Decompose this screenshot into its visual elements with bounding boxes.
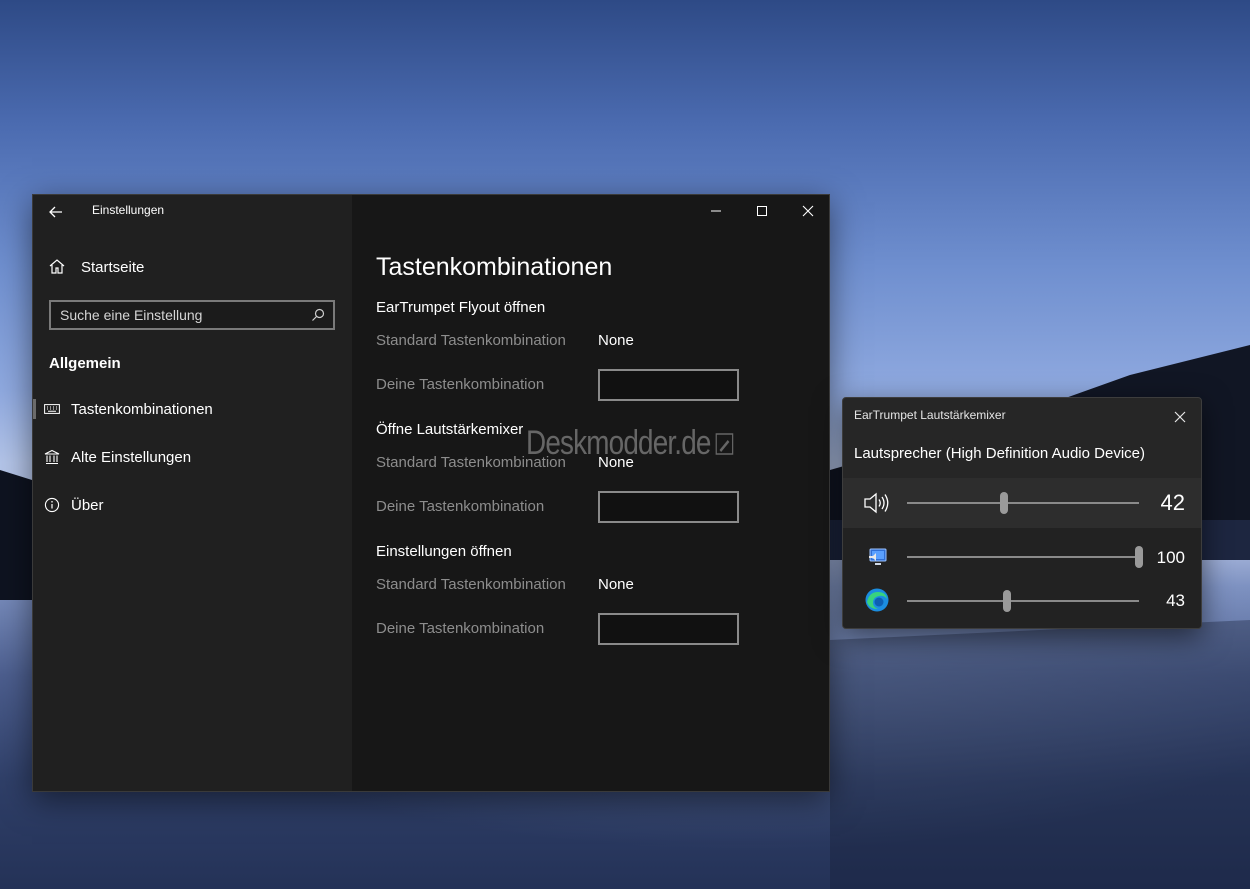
mixer-close-button[interactable] — [1169, 406, 1191, 428]
mixer-title: EarTrumpet Lautstärkemixer — [854, 408, 1006, 422]
app-volume-value: 43 — [1166, 591, 1185, 610]
custom-hotkey-label: Deine Tastenkombination — [376, 498, 545, 515]
home-icon — [49, 259, 65, 274]
back-button[interactable] — [45, 201, 67, 223]
search-box — [49, 300, 335, 330]
app-volume-row-system: 100 — [843, 536, 1201, 576]
group-title-settings: Einstellungen öffnen — [376, 543, 512, 560]
bank-icon — [43, 448, 61, 466]
close-icon — [802, 205, 814, 217]
back-arrow-icon — [49, 206, 62, 218]
custom-hotkey-label: Deine Tastenkombination — [376, 376, 545, 393]
search-icon[interactable] — [307, 304, 329, 326]
close-button[interactable] — [785, 195, 829, 227]
app-volume-slider-edge[interactable] — [907, 590, 1139, 612]
keyboard-icon — [43, 400, 61, 418]
info-icon — [43, 496, 61, 514]
group-title-mixer: Öffne Lautstärkemixer — [376, 421, 524, 438]
slider-thumb[interactable] — [1002, 590, 1011, 612]
nav-home[interactable]: Startseite — [47, 255, 144, 279]
maximize-icon — [757, 206, 767, 216]
settings-window: Einstellungen Startseite Allgemein — [32, 194, 830, 792]
eartrumpet-mixer: EarTrumpet Lautstärkemixer Lautsprecher … — [842, 397, 1202, 629]
search-input[interactable] — [51, 307, 307, 323]
system-sounds-icon[interactable] — [867, 546, 889, 568]
custom-hotkey-input-mixer[interactable] — [598, 491, 739, 523]
custom-hotkey-input-flyout[interactable] — [598, 369, 739, 401]
speaker-icon[interactable] — [863, 490, 891, 516]
slider-thumb[interactable] — [1000, 492, 1009, 514]
nav-item-label: Tastenkombinationen — [71, 400, 213, 418]
device-volume-slider[interactable] — [907, 492, 1139, 514]
nav-section-heading: Allgemein — [49, 355, 121, 372]
nav-home-label: Startseite — [81, 258, 145, 276]
group-title-flyout: EarTrumpet Flyout öffnen — [376, 299, 546, 316]
nav-item-alte-einstellungen[interactable]: Alte Einstellungen — [43, 445, 191, 469]
magnifier-glyph — [312, 308, 325, 321]
pen-icon — [715, 432, 734, 455]
app-volume-value: 100 — [1156, 548, 1185, 567]
maximize-button[interactable] — [739, 195, 785, 227]
window-title: Einstellungen — [92, 203, 165, 217]
minimize-button[interactable] — [693, 195, 739, 227]
app-volume-row-edge: 43 — [843, 580, 1201, 620]
page-title: Tastenkombinationen — [376, 253, 613, 281]
default-hotkey-value: None — [598, 332, 634, 349]
custom-hotkey-input-settings[interactable] — [598, 613, 739, 645]
close-icon — [1174, 411, 1186, 423]
nav-item-ueber[interactable]: Über — [43, 493, 104, 517]
default-hotkey-label: Standard Tastenkombination — [376, 332, 566, 349]
app-volume-slider-system[interactable] — [907, 546, 1143, 568]
nav-item-tastenkombinationen[interactable]: Tastenkombinationen — [43, 397, 213, 421]
device-volume-value: 42 — [1160, 490, 1185, 515]
device-volume-row: 42 — [843, 482, 1201, 522]
watermark: Deskmodder.de — [526, 424, 734, 463]
minimize-icon — [711, 210, 721, 212]
custom-hotkey-label: Deine Tastenkombination — [376, 620, 545, 637]
nav-item-label: Alte Einstellungen — [71, 448, 192, 466]
slider-thumb[interactable] — [1135, 546, 1143, 568]
nav-item-label: Über — [71, 496, 104, 514]
watermark-text: Deskmodder.de — [526, 424, 711, 462]
default-hotkey-value: None — [598, 576, 634, 593]
device-name: Lautsprecher (High Definition Audio Devi… — [854, 445, 1145, 462]
nav-active-indicator — [33, 399, 36, 419]
settings-content: Tastenkombinationen EarTrumpet Flyout öf… — [352, 195, 829, 791]
default-hotkey-label: Standard Tastenkombination — [376, 576, 566, 593]
settings-sidebar: Einstellungen Startseite Allgemein — [33, 195, 352, 791]
edge-browser-icon[interactable] — [864, 587, 890, 613]
